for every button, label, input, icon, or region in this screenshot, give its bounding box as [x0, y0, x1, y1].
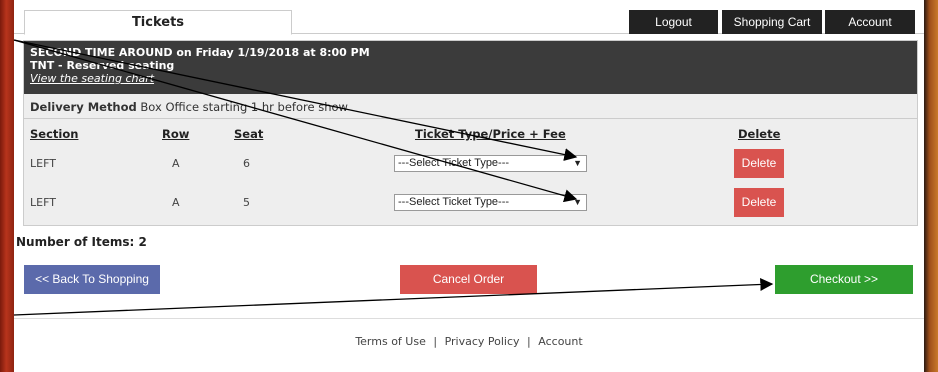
row-2-select-value: ---Select Ticket Type---	[398, 196, 510, 208]
left-background-edge	[0, 0, 14, 372]
row-1-row: A	[172, 157, 180, 170]
back-to-shopping-button[interactable]: << Back To Shopping	[24, 265, 160, 294]
footer: Terms of Use | Privacy Policy | Account	[14, 335, 924, 348]
logout-button[interactable]: Logout	[629, 10, 718, 34]
order-panel: SECOND TIME AROUND on Friday 1/19/2018 a…	[23, 40, 918, 226]
column-header-row: Row	[162, 127, 190, 141]
footer-account-link[interactable]: Account	[538, 335, 582, 348]
delivery-value: Box Office starting 1 hr before show	[140, 100, 348, 114]
row-1-ticket-type-select[interactable]: ---Select Ticket Type--- ▼	[394, 155, 587, 172]
right-background-edge	[924, 0, 938, 372]
delivery-method: Delivery Method Box Office starting 1 hr…	[24, 95, 917, 119]
delivery-label: Delivery Method	[30, 100, 137, 114]
dropdown-arrow-icon: ▼	[573, 158, 582, 168]
row-2-row: A	[172, 196, 180, 209]
shopping-cart-button[interactable]: Shopping Cart	[722, 10, 822, 34]
row-2-ticket-type-select[interactable]: ---Select Ticket Type--- ▼	[394, 194, 587, 211]
footer-divider	[14, 318, 924, 319]
event-venue: TNT - Reserved seating	[30, 59, 175, 72]
row-2-section: LEFT	[30, 196, 56, 209]
event-title: SECOND TIME AROUND on Friday 1/19/2018 a…	[30, 46, 370, 59]
column-header-ticket-type: Ticket Type/Price + Fee	[415, 127, 566, 141]
footer-separator: |	[433, 335, 438, 348]
terms-of-use-link[interactable]: Terms of Use	[355, 335, 426, 348]
row-1-section: LEFT	[30, 157, 56, 170]
tab-tickets[interactable]: Tickets	[24, 10, 292, 35]
footer-separator: |	[527, 335, 531, 348]
column-header-delete: Delete	[738, 127, 781, 141]
number-of-items: Number of Items: 2	[16, 235, 147, 249]
row-2-seat: 5	[243, 196, 250, 209]
checkout-button[interactable]: Checkout >>	[775, 265, 913, 294]
row-2-delete-button[interactable]: Delete	[734, 188, 784, 217]
column-header-seat: Seat	[234, 127, 264, 141]
row-1-delete-button[interactable]: Delete	[734, 149, 784, 178]
privacy-policy-link[interactable]: Privacy Policy	[445, 335, 520, 348]
event-header: SECOND TIME AROUND on Friday 1/19/2018 a…	[24, 41, 917, 94]
account-button[interactable]: Account	[825, 10, 915, 34]
seating-chart-link[interactable]: View the seating chart	[30, 72, 911, 85]
row-1-seat: 6	[243, 157, 250, 170]
cancel-order-button[interactable]: Cancel Order	[400, 265, 537, 294]
tab-bar: Tickets Logout Shopping Cart Account	[14, 0, 924, 35]
column-header-section: Section	[30, 127, 79, 141]
row-1-select-value: ---Select Ticket Type---	[398, 157, 510, 169]
dropdown-arrow-icon: ▼	[573, 197, 582, 207]
